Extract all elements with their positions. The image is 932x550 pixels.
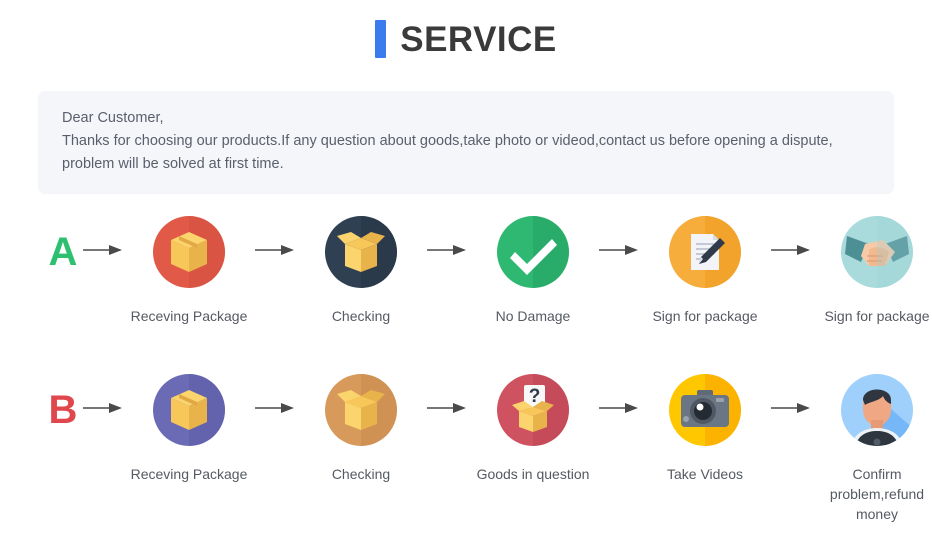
flow-step[interactable]: Take Videos	[642, 372, 768, 484]
closed-box-icon	[151, 214, 227, 290]
flow-step[interactable]: Receving Package	[126, 214, 252, 326]
customer-notice-panel: Dear Customer, Thanks for choosing our p…	[38, 91, 894, 194]
flow-row-a: A Receving Package Checking No Damage Si…	[0, 214, 932, 326]
notice-line-3: problem will be solved at first time.	[62, 156, 284, 172]
title-text: SERVICE	[400, 19, 557, 59]
right-arrow-icon	[768, 400, 814, 416]
step-label: Checking	[331, 308, 391, 324]
notice-line-2: Thanks for choosing our products.If any …	[62, 133, 833, 149]
flow-label-b: B	[48, 388, 78, 432]
flow-row-b: B Receving Package Checking ? Goods in q…	[0, 372, 932, 524]
right-arrow-icon	[596, 242, 642, 258]
notice-greeting: Dear Customer,	[62, 110, 164, 126]
flow-step[interactable]: ? Goods in question	[470, 372, 596, 484]
flow-step[interactable]: Sign for package	[814, 214, 932, 326]
step-label: Receving Package	[130, 466, 248, 482]
person-icon	[839, 372, 915, 448]
right-arrow-icon	[424, 400, 470, 416]
flow-step[interactable]: Sign for package	[642, 214, 768, 326]
step-label: Receving Package	[130, 308, 248, 324]
flow-step[interactable]: Confirm problem,refund money	[814, 372, 932, 524]
step-label: Checking	[331, 466, 391, 482]
right-arrow-icon	[424, 242, 470, 258]
title-accent-bar	[375, 20, 387, 58]
right-arrow-icon	[596, 400, 642, 416]
step-label: Confirm problem,refund money	[829, 466, 925, 522]
step-label: Take Videos	[666, 466, 743, 482]
right-arrow-icon	[768, 242, 814, 258]
closed-box-icon	[151, 372, 227, 448]
step-label: Sign for package	[824, 308, 930, 324]
handshake-icon	[839, 214, 915, 290]
page-title: SERVICE	[0, 0, 932, 59]
flow-step[interactable]: Receving Package	[126, 372, 252, 484]
right-arrow-icon	[80, 242, 126, 258]
flow-step[interactable]: Checking	[298, 214, 424, 326]
open-box-icon	[323, 214, 399, 290]
right-arrow-icon	[252, 400, 298, 416]
right-arrow-icon	[252, 242, 298, 258]
step-label: No Damage	[495, 308, 571, 324]
right-arrow-icon	[80, 400, 126, 416]
step-label: Goods in question	[476, 466, 590, 482]
flow-step[interactable]: No Damage	[470, 214, 596, 326]
question-box-icon: ?	[495, 372, 571, 448]
check-mark-icon	[495, 214, 571, 290]
flow-step[interactable]: Checking	[298, 372, 424, 484]
camera-icon	[667, 372, 743, 448]
open-box-icon	[323, 372, 399, 448]
flow-label-a: A	[48, 230, 78, 274]
step-label: Sign for package	[652, 308, 758, 324]
document-pen-icon	[667, 214, 743, 290]
